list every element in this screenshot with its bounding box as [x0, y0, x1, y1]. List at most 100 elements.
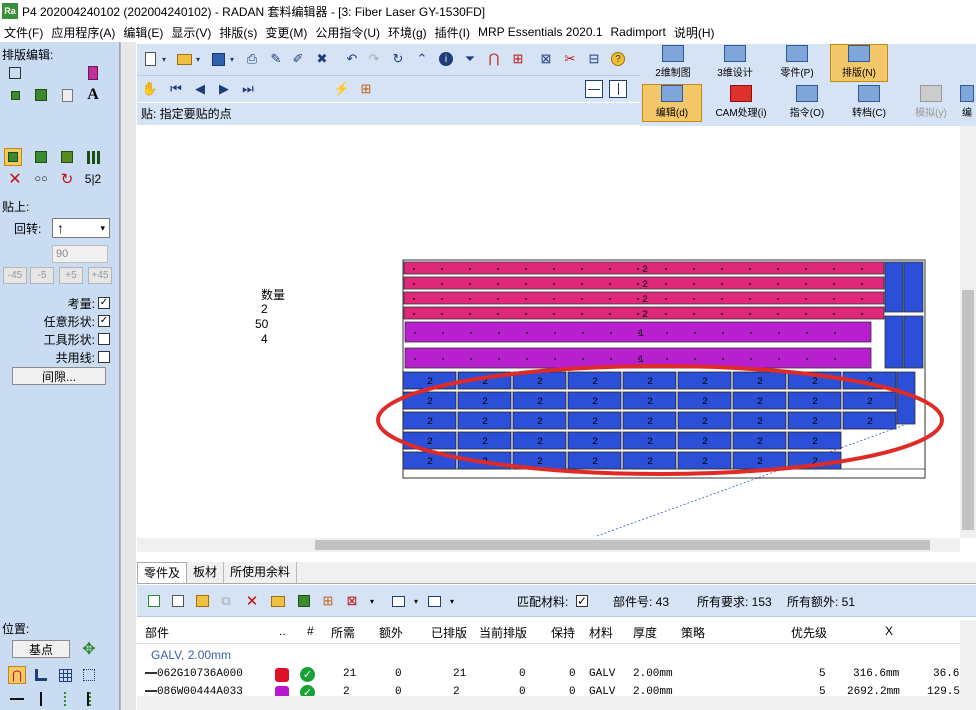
rotate-plus-45-button[interactable]: +45 [88, 267, 112, 284]
col-index[interactable]: # [307, 624, 314, 638]
first-sheet-icon[interactable]: ⏮ [167, 80, 185, 98]
table-horizontal-scrollbar[interactable] [137, 696, 976, 710]
cut-tool-icon[interactable]: ✂ [561, 50, 579, 68]
table-row[interactable]: 086W00444A033 ✓ 2 0 2 0 0 GALV 2.00mm 5 … [137, 683, 960, 696]
sheet-grid-icon[interactable]: ⊞ [357, 80, 375, 98]
grid-table-icon[interactable]: ⊞ [319, 592, 337, 610]
menu-environment[interactable]: 环境(g) [384, 24, 431, 41]
pencil-icon[interactable]: ✎ [267, 50, 285, 68]
corner-snap-icon[interactable] [32, 666, 50, 684]
option-common-line-checkbox[interactable] [98, 351, 110, 363]
tile-icon[interactable]: ⊟ [585, 50, 603, 68]
2d-drawing-button[interactable]: 2维制图 [644, 44, 702, 82]
info-icon[interactable]: i [437, 50, 455, 68]
filter-icon[interactable]: ⏷ [461, 50, 479, 68]
open-folder-icon[interactable] [269, 592, 287, 610]
col-part[interactable]: 部件 [145, 624, 169, 641]
3d-design-button[interactable]: 3维设计 [706, 44, 764, 82]
option-common-line[interactable]: 共用线: [2, 349, 110, 365]
next-sheet-icon[interactable]: ▶ [215, 80, 233, 98]
left-panel-scrollbar[interactable] [120, 42, 136, 710]
option-tool-shape[interactable]: 工具形状: [2, 331, 110, 347]
menu-plugins[interactable]: 插件(I) [431, 24, 474, 41]
menu-nest[interactable]: 排版(s) [215, 24, 261, 41]
match-material-checkbox[interactable]: ✓ [576, 595, 588, 607]
option-consider[interactable]: 考量: ✓ [2, 295, 110, 311]
delete-icon[interactable]: ✖ [313, 50, 331, 68]
copy-part-icon[interactable]: ⧉ [217, 592, 235, 610]
col-material[interactable]: 材料 [589, 624, 613, 641]
chevron-down-icon[interactable]: ▾ [189, 50, 207, 68]
col-current[interactable]: 当前排版 [479, 624, 527, 641]
simulate-button[interactable]: 模拟(y) [902, 84, 960, 122]
menu-utilities[interactable]: 公用指令(U) [311, 24, 384, 41]
document-icon[interactable] [58, 86, 76, 104]
vertical-line-icon[interactable] [32, 690, 50, 708]
convert-button[interactable]: 转档(C) [840, 84, 898, 122]
chevron-down-icon[interactable]: ▾ [223, 50, 241, 68]
tab-parts[interactable]: 零件及 [137, 562, 188, 583]
chevron-down-icon[interactable]: ▾ [443, 592, 461, 610]
parts-mode-button[interactable]: 零件(P) [768, 44, 826, 82]
grid-snap-icon[interactable] [56, 666, 74, 684]
row-view-icon[interactable] [425, 592, 443, 610]
split-horizontal-icon[interactable] [585, 80, 603, 98]
rotate-minus-45-button[interactable]: -45 [3, 267, 27, 284]
col-strategy[interactable]: 策略 [681, 624, 705, 641]
table-row[interactable]: 062G10736A000 ✓ 21 0 21 0 0 GALV 2.00mm … [137, 665, 960, 685]
menu-modify[interactable]: 变更(M) [261, 24, 311, 41]
cam-process-button[interactable]: CAM处理(i) [706, 84, 776, 122]
base-point-button[interactable]: 基点 [12, 640, 70, 658]
rotate-direction-select[interactable]: ↑ ▾ [52, 218, 110, 238]
grid-array-icon[interactable] [84, 148, 102, 166]
prev-sheet-icon[interactable]: ◀ [191, 80, 209, 98]
magnet-icon[interactable]: ⋂ [485, 50, 503, 68]
menu-mrp[interactable]: MRP Essentials 2020.1 [474, 25, 607, 39]
split-vertical-icon[interactable] [609, 80, 627, 98]
col-extra[interactable]: 额外 [379, 624, 403, 641]
move-parts-icon[interactable] [6, 86, 24, 104]
text-tool-icon[interactable]: A [84, 86, 102, 104]
col-hold[interactable]: 保持 [551, 624, 575, 641]
paste-part-icon[interactable] [4, 148, 22, 166]
remove-part-icon[interactable]: ✕ [243, 592, 261, 610]
angle-input[interactable]: 90 [52, 245, 108, 263]
editor-button[interactable]: 编 [958, 84, 976, 122]
print-icon[interactable]: ⎙ [243, 50, 261, 68]
tab-remnants[interactable]: 所使用余料 [224, 562, 298, 583]
canvas-horizontal-scroll-thumb[interactable] [315, 540, 930, 550]
align-snap-icon[interactable] [80, 666, 98, 684]
select-box-icon[interactable] [6, 64, 24, 82]
table-vertical-scrollbar[interactable] [960, 620, 976, 696]
menu-help[interactable]: 说明(H) [670, 24, 719, 41]
nest-canvas[interactable]: 数量 2 50 4 222211222222222222222222222222… [137, 126, 960, 538]
nest-mode-button[interactable]: 排版(N) [830, 44, 888, 82]
menu-application[interactable]: 应用程序(A) [47, 24, 119, 41]
export-icon[interactable]: ⊠ [537, 50, 555, 68]
chevron-down-icon[interactable]: ▾ [407, 592, 425, 610]
option-any-shape[interactable]: 任意形状: ✓ [2, 313, 110, 329]
bar-vertical-icon[interactable] [80, 690, 98, 708]
menu-edit[interactable]: 编辑(E) [119, 24, 167, 41]
column-view-icon[interactable] [389, 592, 407, 610]
option-tool-shape-checkbox[interactable] [98, 333, 110, 345]
menu-radimport[interactable]: Radimport [607, 25, 670, 39]
refresh-icon[interactable]: ↻ [389, 50, 407, 68]
edit-sheet-icon[interactable]: ⊠ [343, 592, 361, 610]
col-nested[interactable]: 已排版 [431, 624, 467, 641]
rotate-part-icon[interactable]: ↻ [58, 170, 76, 188]
auto-nest-icon[interactable]: ⚡ [333, 80, 351, 98]
col-thickness[interactable]: 厚度 [633, 624, 657, 641]
option-consider-checkbox[interactable]: ✓ [98, 297, 110, 309]
add-part-icon[interactable] [145, 592, 163, 610]
fill-nest-icon[interactable] [58, 148, 76, 166]
measure-icon[interactable]: ⌃ [413, 50, 431, 68]
magnet-snap-icon[interactable]: ⋂ [8, 666, 26, 684]
undo-icon[interactable]: ↶ [343, 50, 361, 68]
chevron-down-icon[interactable]: ▾ [155, 50, 173, 68]
nest-array-icon[interactable] [32, 148, 50, 166]
tab-sheets[interactable]: 板材 [187, 562, 225, 583]
last-sheet-icon[interactable]: ⏭ [239, 80, 257, 98]
pan-hand-icon[interactable]: ✋ [141, 80, 159, 98]
pen-edit-icon[interactable]: ✐ [289, 50, 307, 68]
